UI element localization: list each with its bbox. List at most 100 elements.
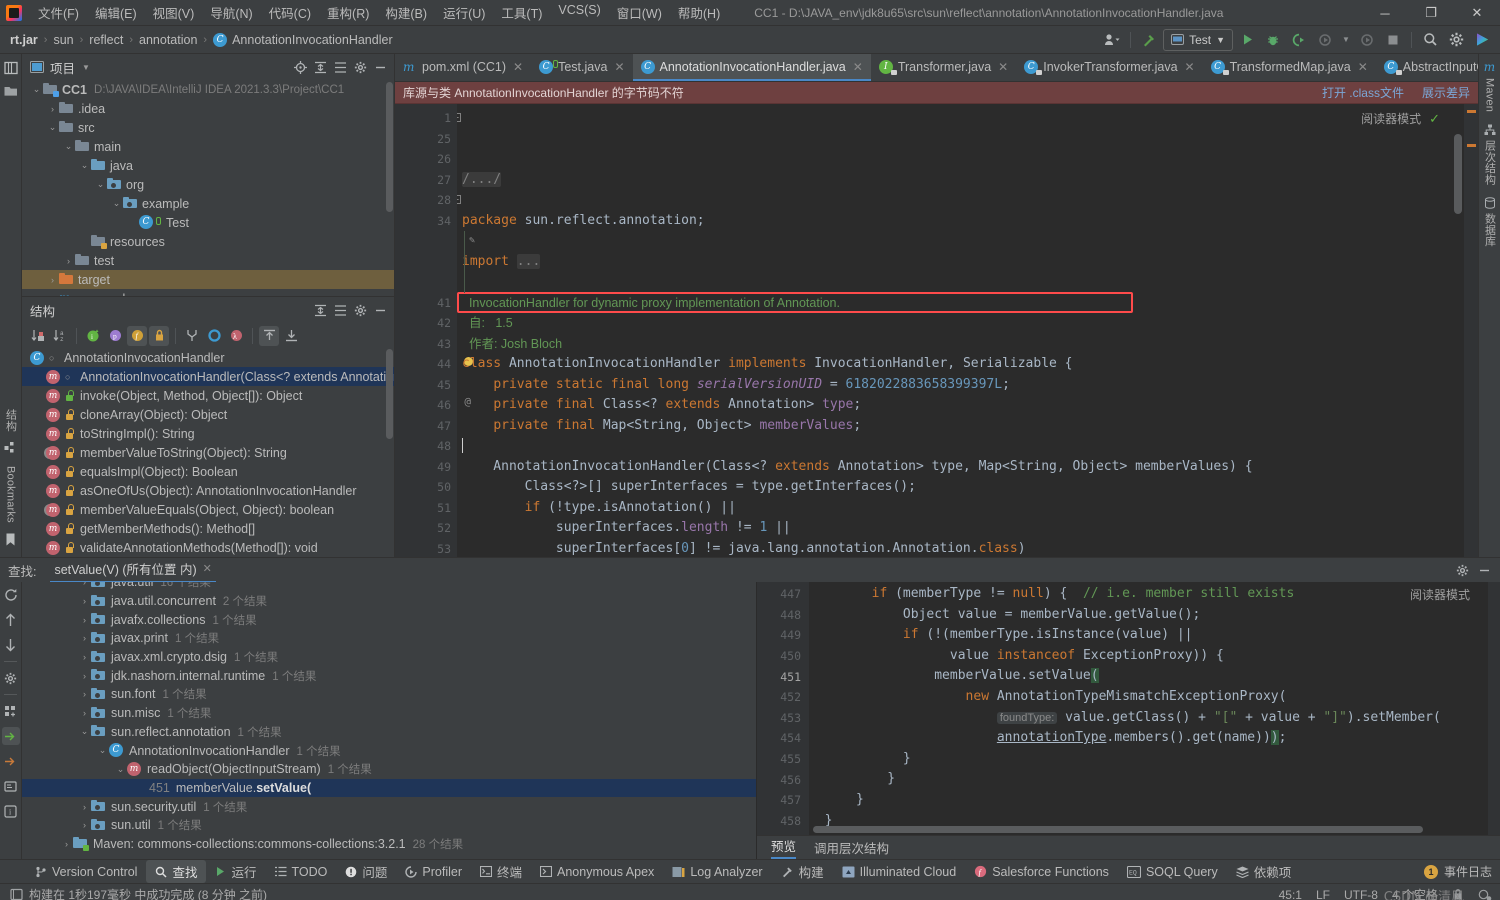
gutter-line[interactable]: ✎ bbox=[395, 231, 475, 252]
gear-icon[interactable] bbox=[350, 57, 370, 77]
code-line[interactable]: class AnnotationInvocationHandler implem… bbox=[457, 354, 1464, 375]
editor-tab-1[interactable]: C Test.java ✕ bbox=[531, 54, 632, 81]
error-stripe-mark[interactable] bbox=[1467, 144, 1476, 147]
menu-item-10[interactable]: 窗口(W) bbox=[609, 0, 670, 25]
menu-item-6[interactable]: 构建(B) bbox=[377, 0, 435, 25]
chevron-right-icon[interactable]: › bbox=[78, 708, 91, 718]
code-line[interactable]: import ... bbox=[457, 252, 1464, 273]
project-tree-row[interactable]: ⌄ org bbox=[22, 175, 394, 194]
gutter-line[interactable]: 46 @ bbox=[395, 395, 471, 416]
settings-gear-icon[interactable] bbox=[1444, 29, 1468, 51]
editor-code[interactable]: /.../ package sun.reflect.annotation; im… bbox=[457, 104, 1464, 557]
breadcrumb-item-4[interactable]: C AnnotationInvocationHandler bbox=[213, 32, 393, 47]
chevron-right-icon[interactable]: › bbox=[46, 275, 59, 285]
chevron-down-icon[interactable]: ⌄ bbox=[30, 84, 43, 95]
preview-horizontal-scrollbar[interactable] bbox=[813, 826, 1423, 833]
tool-window-button-5[interactable]: Profiler bbox=[396, 863, 471, 881]
code-line[interactable]: if (!type.isAnnotation() || bbox=[457, 498, 1464, 519]
project-tree-row[interactable]: › target bbox=[22, 270, 394, 289]
structure-tool-icon[interactable]: 结构 bbox=[2, 409, 20, 431]
hide-icon[interactable] bbox=[370, 57, 390, 77]
bookmarks-tool-icon[interactable]: Bookmarks bbox=[2, 466, 20, 523]
preview-code-line[interactable]: } bbox=[809, 749, 1500, 770]
code-line[interactable]: 自: 1.5 bbox=[457, 313, 1464, 334]
editor-tab-4[interactable]: C InvokerTransformer.java ✕ bbox=[1016, 54, 1202, 81]
locate-icon[interactable] bbox=[290, 57, 310, 77]
settings-icon[interactable] bbox=[2, 669, 20, 687]
line-separator[interactable]: LF bbox=[1316, 888, 1330, 900]
event-log-button[interactable]: 1 事件日志 bbox=[1423, 863, 1500, 880]
chevron-down-icon[interactable]: ⌄ bbox=[94, 179, 107, 190]
close-tab-icon[interactable]: ✕ bbox=[1358, 60, 1368, 74]
find-result-row[interactable]: › sun.font 1 个结果 bbox=[22, 685, 756, 704]
menu-item-9[interactable]: VCS(S) bbox=[550, 0, 608, 25]
caret-position[interactable]: 45:1 bbox=[1279, 888, 1302, 900]
menu-item-2[interactable]: 视图(V) bbox=[145, 0, 203, 25]
find-result-row[interactable]: › javax.xml.crypto.dsig 1 个结果 bbox=[22, 648, 756, 667]
build-hammer-icon[interactable] bbox=[1137, 29, 1161, 51]
tool-window-button-10[interactable]: Illuminated Cloud bbox=[833, 863, 966, 881]
tool-window-button-2[interactable]: 运行 bbox=[206, 860, 265, 883]
chevron-down-icon[interactable]: ⌄ bbox=[78, 160, 91, 171]
preview-code-line[interactable]: new AnnotationTypeMismatchExceptionProxy… bbox=[809, 687, 1500, 708]
tool-window-button-3[interactable]: TODO bbox=[266, 863, 337, 881]
tool-window-button-1[interactable]: 查找 bbox=[146, 860, 207, 883]
menu-item-4[interactable]: 代码(C) bbox=[261, 0, 319, 25]
chevron-right-icon[interactable]: › bbox=[78, 615, 91, 625]
preview-tab-0[interactable]: 预览 bbox=[771, 836, 797, 859]
gutter-line[interactable]: 28 bbox=[395, 190, 457, 211]
find-result-row[interactable]: › Maven: commons-collections:commons-coll… bbox=[22, 835, 756, 854]
sort-by-visibility-icon[interactable] bbox=[28, 326, 48, 346]
chevron-down-icon[interactable]: ⌄ bbox=[62, 141, 75, 152]
open-in-editor-icon[interactable] bbox=[2, 752, 20, 770]
find-results-tree[interactable]: › java.util 16 个结果 › java.util.concurrent 2 个… bbox=[22, 582, 757, 859]
tool-window-button-6[interactable]: 终端 bbox=[471, 860, 531, 883]
find-results-tab[interactable]: setValue(V) (所有位置 内) ✕ bbox=[50, 557, 216, 583]
project-tree-row[interactable]: C Test bbox=[22, 213, 394, 232]
find-result-row[interactable]: › sun.misc 1 个结果 bbox=[22, 704, 756, 723]
gutter-line[interactable]: 34 bbox=[395, 211, 457, 232]
run-icon[interactable] bbox=[1235, 29, 1259, 51]
chevron-down-icon[interactable]: ⌄ bbox=[46, 122, 59, 133]
project-tree-row[interactable]: m pom.xml bbox=[22, 289, 394, 296]
code-line[interactable] bbox=[457, 231, 1464, 252]
inspections-icon[interactable] bbox=[1478, 888, 1492, 900]
show-inherited-icon[interactable]: i bbox=[83, 326, 103, 346]
editor-tab-2[interactable]: C AnnotationInvocationHandler.java ✕ bbox=[632, 54, 871, 81]
code-line[interactable] bbox=[457, 436, 1464, 457]
chevron-right-icon[interactable]: › bbox=[78, 582, 91, 587]
group-by-icon[interactable] bbox=[2, 702, 20, 720]
breadcrumb-item-3[interactable]: annotation bbox=[139, 33, 197, 47]
collapse-all-icon[interactable] bbox=[330, 300, 350, 320]
chevron-right-icon[interactable]: › bbox=[78, 633, 91, 643]
profile-icon[interactable] bbox=[1313, 29, 1337, 51]
project-tree-row[interactable]: › test bbox=[22, 251, 394, 270]
preview-code-line[interactable]: memberValue.setValue( bbox=[809, 666, 1500, 687]
chevron-right-icon[interactable]: › bbox=[78, 652, 91, 662]
expand-all-icon[interactable] bbox=[310, 57, 330, 77]
project-tree-row[interactable]: ⌄ CC1 D:\JAVA\IDEA\IntelliJ IDEA 2021.3.3\… bbox=[22, 80, 394, 99]
chevron-down-icon[interactable]: ⌄ bbox=[110, 198, 123, 209]
find-result-row[interactable]: › sun.util 1 个结果 bbox=[22, 816, 756, 835]
structure-tree-row[interactable]: m getMemberMethods(): Method[] bbox=[22, 519, 394, 538]
hide-icon[interactable] bbox=[1474, 560, 1494, 580]
gutter-line[interactable]: 1 bbox=[395, 108, 457, 129]
menu-item-1[interactable]: 编辑(E) bbox=[87, 0, 145, 25]
sort-alphabetically-icon[interactable]: az bbox=[50, 326, 70, 346]
menu-item-7[interactable]: 运行(U) bbox=[435, 0, 493, 25]
bookmark-icon[interactable] bbox=[2, 529, 20, 549]
menu-item-0[interactable]: 文件(F) bbox=[30, 0, 87, 25]
project-tree-row[interactable]: › .idea bbox=[22, 99, 394, 118]
gutter-line[interactable]: 49 bbox=[395, 457, 457, 478]
find-result-row[interactable]: ⌄ sun.reflect.annotation 1 个结果 bbox=[22, 723, 756, 742]
code-editor[interactable]: 1 25 26 27 28 34 ✎ 41 42 43 44 45 46 @47 48 49 50 51 52 53 … bbox=[395, 104, 1478, 557]
chevron-down-icon[interactable]: ⌄ bbox=[78, 726, 91, 737]
preview-code[interactable]: if (memberType != null) { // i.e. member… bbox=[809, 582, 1500, 835]
gutter-line[interactable]: 44 bbox=[395, 354, 473, 375]
commit-tool-icon[interactable] bbox=[2, 81, 20, 101]
fold-expand-icon[interactable]: + bbox=[457, 195, 461, 204]
structure-tree-row[interactable]: m validateAnnotationMethods(Method[]): vo… bbox=[22, 538, 394, 557]
code-line[interactable] bbox=[457, 190, 1464, 211]
error-stripe[interactable] bbox=[1464, 104, 1478, 557]
structure-tree-row[interactable]: m cloneArray(Object): Object bbox=[22, 405, 394, 424]
